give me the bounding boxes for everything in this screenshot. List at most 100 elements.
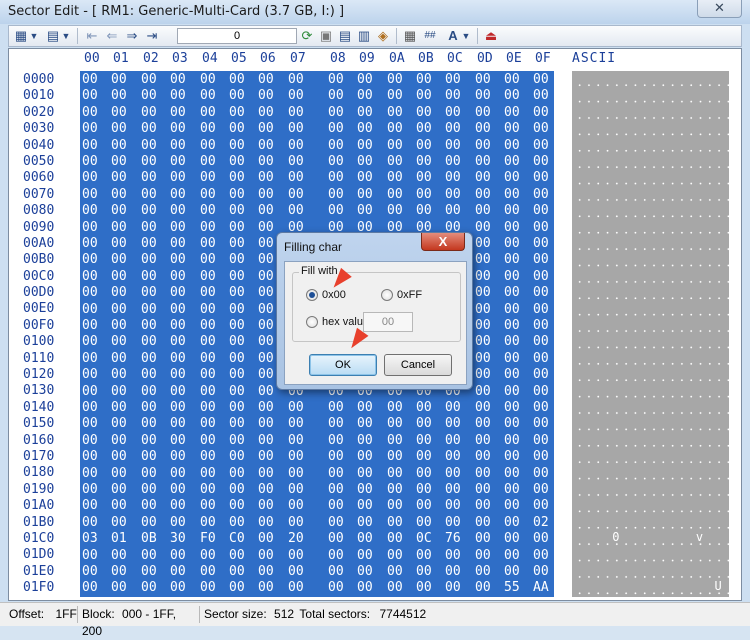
hex-byte[interactable]: 00 bbox=[357, 580, 373, 596]
hex-byte[interactable]: 00 bbox=[200, 269, 216, 285]
hex-byte[interactable]: 00 bbox=[141, 170, 157, 186]
hex-byte[interactable]: 00 bbox=[288, 433, 304, 449]
hex-byte[interactable]: 00 bbox=[258, 580, 274, 596]
hex-byte[interactable]: 00 bbox=[258, 105, 274, 121]
hex-byte[interactable]: 00 bbox=[258, 334, 274, 350]
hex-byte[interactable]: 00 bbox=[200, 498, 216, 514]
hex-byte[interactable]: 00 bbox=[229, 466, 245, 482]
hex-byte[interactable]: 00 bbox=[328, 433, 344, 449]
hex-byte[interactable]: 00 bbox=[170, 105, 186, 121]
hex-byte[interactable]: 30 bbox=[170, 531, 186, 547]
hex-byte[interactable]: 00 bbox=[328, 72, 344, 88]
hex-byte[interactable]: 00 bbox=[170, 302, 186, 318]
hex-byte[interactable]: 00 bbox=[170, 515, 186, 531]
hex-byte[interactable]: 00 bbox=[200, 548, 216, 564]
hex-byte[interactable]: 00 bbox=[328, 498, 344, 514]
hex-byte[interactable]: 00 bbox=[82, 121, 98, 137]
hex-byte[interactable]: 00 bbox=[445, 449, 461, 465]
hex-byte[interactable]: 00 bbox=[258, 433, 274, 449]
hex-byte[interactable]: 00 bbox=[387, 154, 403, 170]
load-file-icon[interactable]: ▥ bbox=[356, 28, 372, 44]
hex-byte[interactable]: 00 bbox=[387, 498, 403, 514]
hex-byte[interactable]: 00 bbox=[200, 236, 216, 252]
exit-icon[interactable]: ⏏ bbox=[483, 28, 499, 44]
hex-byte[interactable]: 00 bbox=[504, 531, 520, 547]
hex-byte[interactable]: 00 bbox=[200, 138, 216, 154]
hex-byte[interactable]: 00 bbox=[111, 236, 127, 252]
hex-byte[interactable]: 00 bbox=[229, 400, 245, 416]
hex-byte[interactable]: 00 bbox=[445, 482, 461, 498]
hex-byte[interactable]: 00 bbox=[200, 351, 216, 367]
hex-byte[interactable]: 00 bbox=[229, 302, 245, 318]
first-sector-icon[interactable]: ⇤ bbox=[83, 28, 101, 44]
hex-byte[interactable]: 00 bbox=[82, 236, 98, 252]
hex-byte[interactable]: 00 bbox=[475, 269, 491, 285]
hex-byte[interactable]: 00 bbox=[288, 466, 304, 482]
hex-byte[interactable]: 00 bbox=[82, 482, 98, 498]
hex-byte[interactable]: 00 bbox=[475, 351, 491, 367]
hex-byte[interactable]: 00 bbox=[229, 121, 245, 137]
hex-byte[interactable]: 00 bbox=[445, 121, 461, 137]
hex-byte[interactable]: 00 bbox=[229, 154, 245, 170]
hex-byte[interactable]: 00 bbox=[533, 138, 549, 154]
hex-byte[interactable]: 00 bbox=[288, 170, 304, 186]
hex-byte[interactable]: 00 bbox=[141, 154, 157, 170]
hex-byte[interactable]: 00 bbox=[504, 449, 520, 465]
hex-byte[interactable]: 00 bbox=[475, 548, 491, 564]
hex-byte[interactable]: 00 bbox=[82, 252, 98, 268]
hex-byte[interactable]: 00 bbox=[475, 498, 491, 514]
hex-byte[interactable]: 00 bbox=[170, 72, 186, 88]
hex-byte[interactable]: 00 bbox=[445, 170, 461, 186]
hex-byte[interactable]: 00 bbox=[229, 187, 245, 203]
hex-byte[interactable]: 00 bbox=[416, 515, 432, 531]
hex-byte[interactable]: 00 bbox=[416, 203, 432, 219]
hex-byte[interactable]: 00 bbox=[229, 482, 245, 498]
hex-byte[interactable]: 00 bbox=[387, 400, 403, 416]
hex-row[interactable]: 00 00 00 00 00 00 00 00 00 00 00 00 00 00 00 00 bbox=[80, 466, 554, 482]
hex-byte[interactable]: 00 bbox=[111, 400, 127, 416]
hex-byte[interactable]: 00 bbox=[533, 416, 549, 432]
checksum-icon[interactable]: ## bbox=[421, 28, 439, 44]
hex-byte[interactable]: 00 bbox=[416, 564, 432, 580]
hex-row[interactable]: 00 00 00 00 00 00 00 00 00 00 00 00 00 00 00 00 bbox=[80, 170, 554, 186]
hex-byte[interactable]: 00 bbox=[475, 302, 491, 318]
hex-byte[interactable]: 00 bbox=[533, 236, 549, 252]
hex-byte[interactable]: 00 bbox=[111, 384, 127, 400]
hex-byte[interactable]: 00 bbox=[475, 220, 491, 236]
hex-byte[interactable]: 00 bbox=[328, 203, 344, 219]
hex-byte[interactable]: 00 bbox=[445, 203, 461, 219]
hex-byte[interactable]: 00 bbox=[111, 154, 127, 170]
hex-byte[interactable]: 00 bbox=[141, 302, 157, 318]
hex-byte[interactable]: 00 bbox=[387, 466, 403, 482]
hex-byte[interactable]: 00 bbox=[229, 334, 245, 350]
hex-byte[interactable]: 00 bbox=[82, 351, 98, 367]
list-view-icon[interactable]: ▤ bbox=[45, 28, 61, 44]
hex-byte[interactable]: 00 bbox=[357, 548, 373, 564]
hex-byte[interactable]: 00 bbox=[229, 170, 245, 186]
hex-byte[interactable]: 00 bbox=[504, 88, 520, 104]
hex-byte[interactable]: 00 bbox=[141, 482, 157, 498]
hex-byte[interactable]: 00 bbox=[200, 72, 216, 88]
radio-0xff-label[interactable]: 0xFF bbox=[397, 289, 422, 301]
hex-byte[interactable]: 00 bbox=[258, 498, 274, 514]
hex-byte[interactable]: 00 bbox=[357, 498, 373, 514]
hex-byte[interactable]: 00 bbox=[200, 580, 216, 596]
hex-byte[interactable]: 00 bbox=[288, 548, 304, 564]
hex-byte[interactable]: 00 bbox=[504, 252, 520, 268]
hex-byte[interactable]: 00 bbox=[170, 285, 186, 301]
hex-byte[interactable]: 00 bbox=[82, 72, 98, 88]
hex-byte[interactable]: 00 bbox=[288, 580, 304, 596]
hex-byte[interactable]: 0B bbox=[141, 531, 157, 547]
hex-byte[interactable]: 00 bbox=[170, 449, 186, 465]
hex-byte[interactable]: 00 bbox=[258, 187, 274, 203]
hex-byte[interactable]: 00 bbox=[170, 466, 186, 482]
hex-byte[interactable]: 00 bbox=[82, 367, 98, 383]
hex-byte[interactable]: 00 bbox=[258, 220, 274, 236]
hex-byte[interactable]: 00 bbox=[141, 515, 157, 531]
hex-byte[interactable]: 00 bbox=[328, 121, 344, 137]
hex-byte[interactable]: 00 bbox=[258, 88, 274, 104]
hex-byte[interactable]: 00 bbox=[82, 449, 98, 465]
save-icon[interactable]: ▣ bbox=[318, 28, 334, 44]
hex-byte[interactable]: 00 bbox=[533, 285, 549, 301]
hex-byte[interactable]: 00 bbox=[475, 105, 491, 121]
